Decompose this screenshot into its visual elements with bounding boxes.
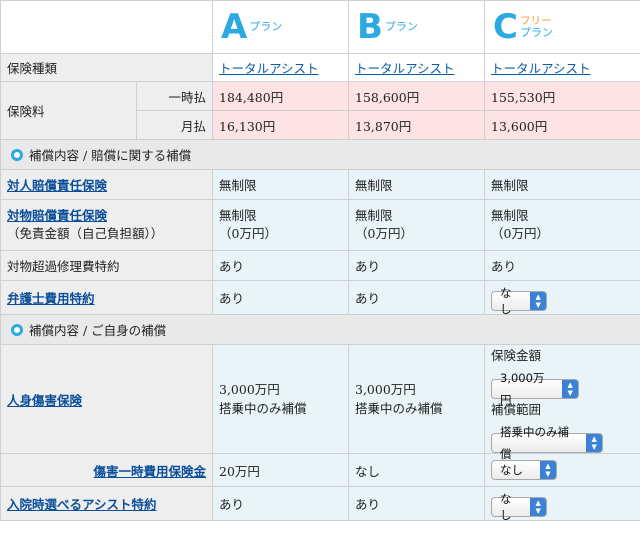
personal-injury-link[interactable]: 人身傷害保険 — [7, 393, 82, 408]
plan-c-header: C フリー プラン — [484, 0, 640, 54]
section-personal: 補償内容 / ご自身の補償 — [0, 314, 640, 345]
plan-c-injury-lump-select[interactable]: なし ▲ ▼ — [491, 460, 557, 480]
section-personal-title: 補償内容 / ご自身の補償 — [29, 323, 167, 338]
plan-c-lawyer-select-value: なし — [500, 285, 512, 316]
plan-comparison-table: A プラン B プラン C フリー プラン 保険種類 トータルアシスト トータルアシスト… — [0, 0, 640, 522]
plan-a-lawyer: あり — [212, 280, 349, 315]
plan-b-lawyer: あり — [348, 280, 485, 315]
plan-a-property-deductible: （0万円） — [219, 226, 277, 241]
plan-b-hospital-assist: あり — [348, 486, 485, 521]
injury-lump-link[interactable]: 傷害一時費用保険金 — [93, 464, 206, 479]
property-excess-label: 対物超過修理費特約 — [0, 250, 213, 281]
plan-c-insurance-type-link[interactable]: トータルアシスト — [491, 61, 591, 76]
circle-bullet-icon — [11, 324, 23, 336]
bodily-liability-link[interactable]: 対人賠償責任保険 — [7, 178, 107, 193]
plan-a-header: A プラン — [212, 0, 349, 54]
plan-c-property-excess: あり — [484, 250, 640, 281]
plan-a-monthly-premium: 16,130円 — [212, 110, 349, 140]
plan-b-injury-lump: なし — [348, 453, 485, 487]
premium-label: 保険料 — [0, 81, 137, 140]
plan-b-monthly-premium: 13,870円 — [348, 110, 485, 140]
row-property-excess: 対物超過修理費特約 あり あり あり — [0, 250, 640, 281]
plan-c-suffix: プラン — [519, 26, 553, 39]
premium-monthly-label: 月払 — [136, 110, 213, 140]
row-bodily-liability: 対人賠償責任保険 無制限 無制限 無制限 — [0, 169, 640, 200]
plan-b-property-excess: あり — [348, 250, 485, 281]
plan-a-injury-lump: 20万円 — [212, 453, 349, 487]
plan-a-personal-injury-scope: 搭乗中のみ補償 — [219, 401, 307, 416]
plan-b-header: B プラン — [348, 0, 485, 54]
plan-c-injury-lump-select-value: なし — [500, 463, 523, 477]
plan-a-insurance-type-link[interactable]: トータルアシスト — [219, 61, 319, 76]
plan-b-property-deductible: （0万円） — [355, 226, 413, 241]
plan-a-bodily-liability: 無制限 — [212, 169, 349, 200]
select-arrows-icon: ▲ ▼ — [586, 434, 602, 452]
plan-c-scope-select-value: 搭乗中のみ補償 — [500, 425, 569, 461]
section-liability: 補償内容 / 賠償に関する補償 — [0, 139, 640, 170]
plan-b-property-liability: 無制限 — [355, 208, 393, 223]
row-lawyer: 弁護士費用特約 あり あり なし ▲ ▼ — [0, 280, 640, 316]
section-liability-title: 補償内容 / 賠償に関する補償 — [29, 148, 192, 163]
plan-b-personal-injury-scope: 搭乗中のみ補償 — [355, 401, 443, 416]
plan-b-suffix: プラン — [384, 20, 418, 33]
plan-b-insurance-type-link[interactable]: トータルアシスト — [355, 61, 455, 76]
plan-b-letter: B — [357, 7, 383, 47]
select-arrows-icon: ▲ ▼ — [562, 380, 578, 398]
row-personal-injury: 人身傷害保険 3,000万円搭乗中のみ補償 3,000万円搭乗中のみ補償 保険金… — [0, 344, 640, 461]
plan-c-scope-select[interactable]: 搭乗中のみ補償 ▲ ▼ — [491, 425, 603, 461]
plan-c-property-deductible: （0万円） — [491, 226, 549, 241]
lawyer-fee-link[interactable]: 弁護士費用特約 — [7, 291, 95, 306]
plan-c-lump-premium: 155,530円 — [484, 81, 640, 111]
header-corner — [0, 0, 213, 54]
plan-c-lawyer-select[interactable]: なし ▲ ▼ — [491, 286, 547, 316]
circle-bullet-icon — [11, 149, 23, 161]
property-liability-link[interactable]: 対物賠償責任保険 — [7, 208, 107, 223]
plan-a-lump-premium: 184,480円 — [212, 81, 349, 111]
plan-c-letter: C — [493, 7, 518, 47]
plan-b-lump-premium: 158,600円 — [348, 81, 485, 111]
select-arrows-icon: ▲ ▼ — [530, 291, 546, 310]
plan-c-hospital-assist-select[interactable]: なし ▲ ▼ — [491, 492, 547, 522]
row-insurance-type: 保険種類 トータルアシスト トータルアシスト トータルアシスト — [0, 53, 640, 82]
insurance-type-label: 保険種類 — [0, 53, 213, 82]
hospital-assist-link[interactable]: 入院時選べるアシスト特約 — [7, 497, 157, 512]
plan-a-hospital-assist: あり — [212, 486, 349, 521]
plan-c-bodily-liability: 無制限 — [484, 169, 640, 200]
plan-c-property-liability: 無制限 — [491, 208, 529, 223]
plan-a-property-excess: あり — [212, 250, 349, 281]
plan-a-suffix: プラン — [249, 20, 283, 33]
plan-a-personal-injury-amount: 3,000万円 — [219, 382, 280, 397]
plan-c-scope-label: 補償範囲 — [491, 402, 542, 417]
premium-lump-label: 一時払 — [136, 81, 213, 111]
plan-c-hospital-assist-select-value: なし — [500, 491, 512, 522]
row-premium-lump: 保険料 一時払 184,480円 158,600円 155,530円 — [0, 81, 640, 140]
plan-a-property-liability: 無制限 — [219, 208, 257, 223]
select-arrows-icon: ▲ ▼ — [540, 461, 556, 479]
plan-a-letter: A — [221, 7, 248, 47]
row-hospital-assist: 入院時選べるアシスト特約 あり あり なし ▲ ▼ — [0, 486, 640, 522]
plan-b-bodily-liability: 無制限 — [348, 169, 485, 200]
row-property-liability: 対物賠償責任保険 （免責金額（自己負担額）） 無制限 （0万円） 無制限 （0万円）… — [0, 199, 640, 251]
plan-b-personal-injury-amount: 3,000万円 — [355, 382, 416, 397]
plan-c-monthly-premium: 13,600円 — [484, 110, 640, 140]
property-liability-sublabel: （免責金額（自己負担額）） — [7, 226, 164, 241]
plan-c-amount-select[interactable]: 3,000万円 ▲ ▼ — [491, 371, 579, 407]
select-arrows-icon: ▲ ▼ — [530, 497, 546, 516]
plan-c-amount-label: 保険金額 — [491, 348, 542, 363]
